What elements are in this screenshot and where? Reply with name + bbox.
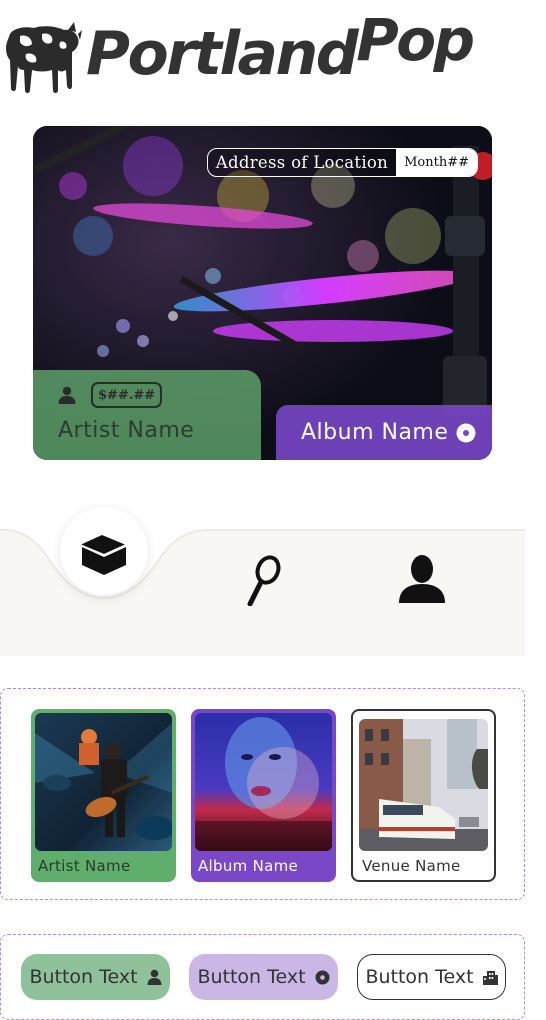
user-icon xyxy=(399,555,445,603)
artist-panel[interactable]: $##.## Artist Name xyxy=(33,370,261,460)
venue-button-label: Button Text xyxy=(365,966,474,988)
brand-wordmark: PortlandPop xyxy=(86,11,475,84)
album-panel[interactable]: Album Name xyxy=(276,405,492,460)
album-cover-face xyxy=(195,713,332,851)
album-button[interactable]: Button Text xyxy=(189,954,338,1000)
location-address: Address of Location xyxy=(215,153,389,172)
buttons-row: Button Text Button Text Button Text xyxy=(0,934,525,1020)
artist-button[interactable]: Button Text xyxy=(21,954,170,1000)
tab-profile[interactable] xyxy=(396,554,448,604)
tab-home[interactable] xyxy=(60,507,148,595)
ticket-price: $##.## xyxy=(91,382,163,408)
concert-guitarist-photo xyxy=(35,713,172,851)
venue-card[interactable]: Venue Name xyxy=(351,709,496,882)
venue-button[interactable]: Button Text xyxy=(357,954,506,1000)
album-card[interactable]: Album Name xyxy=(191,709,336,882)
person-icon xyxy=(58,386,76,404)
card-label-artist: Artist Name xyxy=(38,857,131,875)
artist-button-label: Button Text xyxy=(29,966,138,988)
card-label-venue: Venue Name xyxy=(362,857,461,875)
card-image-venue xyxy=(359,719,488,851)
search-icon xyxy=(247,555,281,607)
album-name: Album Name xyxy=(301,420,449,445)
tab-search[interactable] xyxy=(240,554,284,607)
city-streetcar-photo xyxy=(359,719,488,851)
brand-logo[interactable]: PortlandPop xyxy=(0,8,546,98)
bottom-tab-bar xyxy=(0,500,546,660)
location-pill[interactable]: Address of Location Month## xyxy=(206,148,478,177)
brand-name-part1: Portland xyxy=(86,19,359,89)
building-icon xyxy=(482,970,498,985)
cow-icon xyxy=(6,22,82,93)
cards-row: Artist Name Album Name Venue Name xyxy=(0,688,525,900)
card-image-album xyxy=(195,713,332,851)
disc-icon xyxy=(456,423,476,442)
disc-icon xyxy=(315,970,330,984)
hero-event-card[interactable]: Address of Location Month## $##.## Artis… xyxy=(33,126,492,460)
artist-name: Artist Name xyxy=(58,418,195,443)
brand-name-part2: Pop xyxy=(356,6,475,74)
person-icon xyxy=(147,969,162,985)
event-month: Month## xyxy=(396,149,477,176)
album-button-label: Button Text xyxy=(197,966,306,988)
card-label-album: Album Name xyxy=(198,857,299,875)
artist-card[interactable]: Artist Name xyxy=(31,709,176,882)
box-home-icon xyxy=(79,535,127,575)
card-image-artist xyxy=(35,713,172,851)
